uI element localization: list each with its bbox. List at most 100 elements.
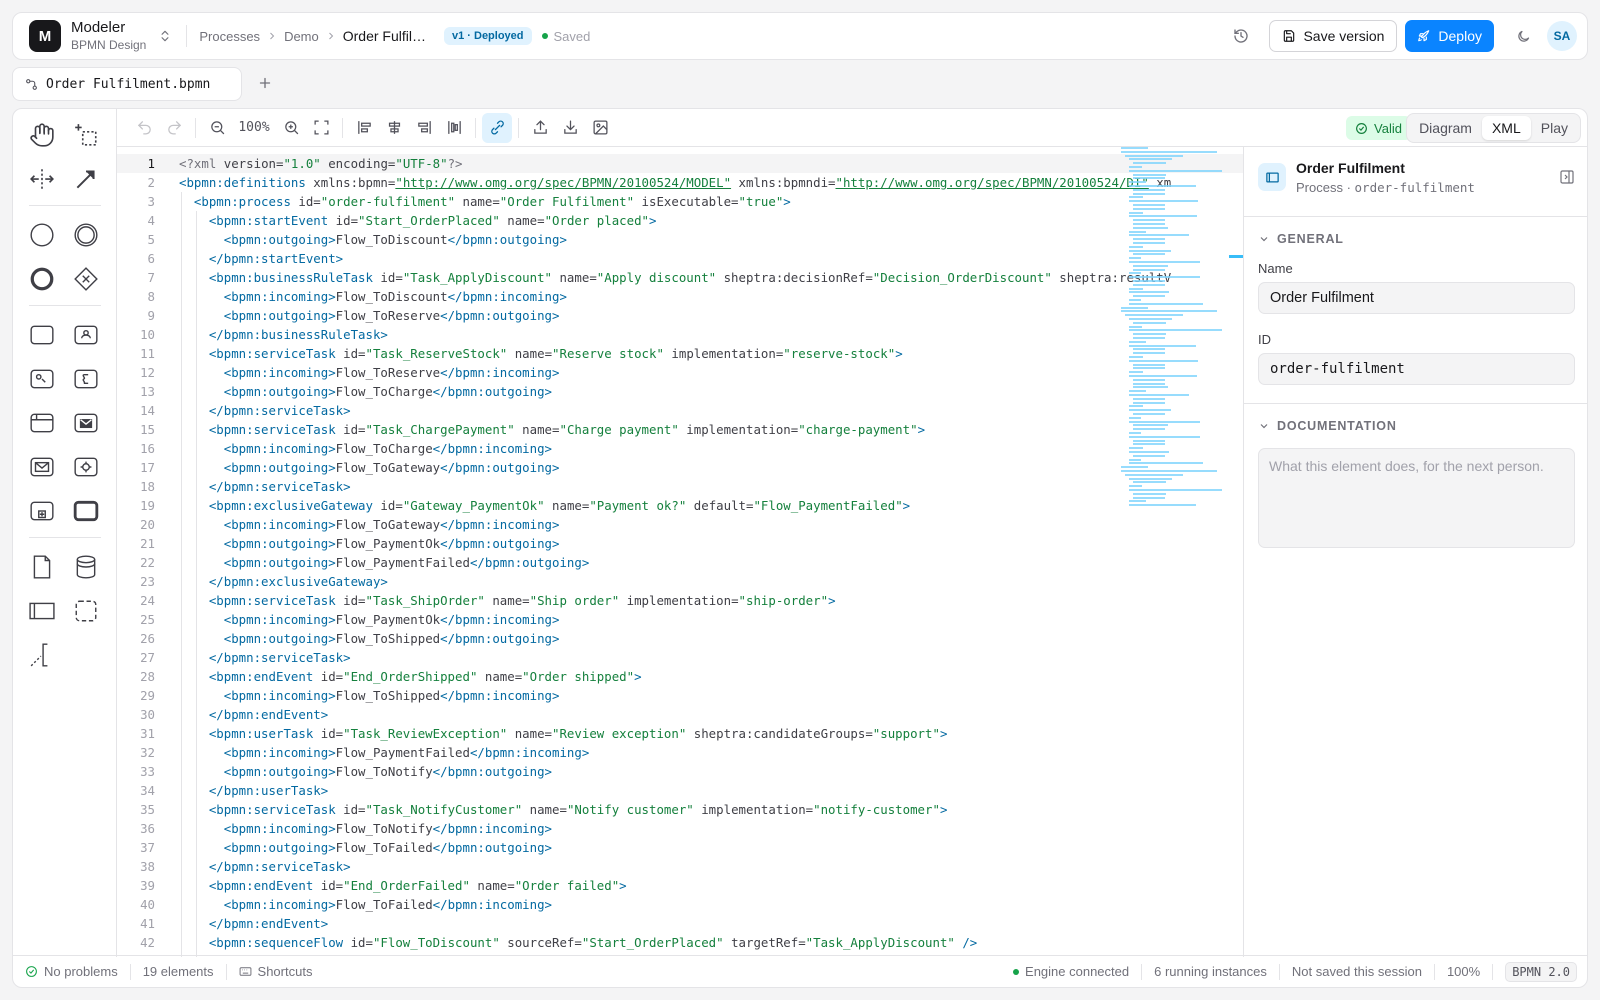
code-line[interactable]: 35 <bpmn:serviceTask id="Task_NotifyCust… [117,800,1243,819]
code-line[interactable]: 30 </bpmn:endEvent> [117,705,1243,724]
gateway-icon[interactable] [72,265,100,293]
code-line[interactable]: 26 <bpmn:outgoing>Flow_ToShipped</bpmn:o… [117,629,1243,648]
code-line[interactable]: 31 <bpmn:userTask id="Task_ReviewExcepti… [117,724,1243,743]
code-line[interactable]: 4 <bpmn:startEvent id="Start_OrderPlaced… [117,211,1243,230]
general-section-toggle[interactable]: GENERAL [1258,217,1575,261]
undo-icon[interactable] [129,113,159,143]
zoom-in-icon[interactable] [276,113,306,143]
data-object-icon[interactable] [28,553,56,581]
connect-tool-icon[interactable] [72,165,100,193]
code-line[interactable]: 17 <bpmn:outgoing>Flow_ToGateway</bpmn:o… [117,458,1243,477]
save-version-button[interactable]: Save version [1269,20,1398,52]
export-image-icon[interactable] [585,113,615,143]
code-line[interactable]: 15 <bpmn:serviceTask id="Task_ChargePaym… [117,420,1243,439]
group-icon[interactable] [72,597,100,625]
code-line[interactable]: 39 <bpmn:endEvent id="End_OrderFailed" n… [117,876,1243,895]
tab-xml[interactable]: XML [1481,116,1531,140]
code-line[interactable]: 20 <bpmn:incoming>Flow_ToGateway</bpmn:i… [117,515,1243,534]
align-center-icon[interactable] [379,113,409,143]
breadcrumb-demo[interactable]: Demo [284,29,319,44]
call-activity-icon[interactable] [72,453,100,481]
hand-tool-icon[interactable] [28,121,56,149]
service-task-icon[interactable] [28,409,56,437]
align-left-icon[interactable] [349,113,379,143]
collapse-panel-icon[interactable] [1559,169,1575,185]
code-line[interactable]: 33 <bpmn:outgoing>Flow_ToNotify</bpmn:ou… [117,762,1243,781]
tab-play[interactable]: Play [1531,116,1578,140]
code-line[interactable]: 6 </bpmn:startEvent> [117,249,1243,268]
end-event-icon[interactable] [28,265,56,293]
send-task-icon[interactable] [28,453,56,481]
name-field[interactable]: Order Fulfilment [1258,282,1575,314]
code-line[interactable]: 11 <bpmn:serviceTask id="Task_ReserveSto… [117,344,1243,363]
code-line[interactable]: 42 <bpmn:sequenceFlow id="Flow_ToDiscoun… [117,933,1243,952]
user-task-icon[interactable] [72,321,100,349]
minimap-scroll-indicator[interactable] [1229,255,1243,258]
code-line[interactable]: 25 <bpmn:incoming>Flow_PaymentOk</bpmn:i… [117,610,1243,629]
problems-indicator[interactable]: No problems [25,964,118,979]
moon-icon[interactable] [1516,29,1531,44]
receive-task-icon[interactable] [72,409,100,437]
avatar[interactable]: SA [1547,21,1577,51]
documentation-section-toggle[interactable]: DOCUMENTATION [1258,404,1575,448]
distribute-icon[interactable] [439,113,469,143]
editor-minimap[interactable] [1121,147,1239,527]
task-icon[interactable] [28,321,56,349]
code-line[interactable]: 32 <bpmn:incoming>Flow_PaymentFailed</bp… [117,743,1243,762]
workspace-switcher[interactable]: Modeler BPMN Design [71,20,146,52]
code-line[interactable]: 9 <bpmn:outgoing>Flow_ToReserve</bpmn:ou… [117,306,1243,325]
code-line[interactable]: 1 <?xml version="1.0" encoding="UTF-8"?> [117,154,1243,173]
code-line[interactable]: 24 <bpmn:serviceTask id="Task_ShipOrder"… [117,591,1243,610]
code-line[interactable]: 27 </bpmn:serviceTask> [117,648,1243,667]
code-line[interactable]: 5 <bpmn:outgoing>Flow_ToDiscount</bpmn:o… [117,230,1243,249]
snap-toggle-icon[interactable] [482,112,512,143]
lasso-tool-icon[interactable] [72,121,100,149]
validation-badge[interactable]: Valid [1346,116,1411,140]
start-event-icon[interactable] [28,221,56,249]
code-line[interactable]: 28 <bpmn:endEvent id="End_OrderShipped" … [117,667,1243,686]
code-line[interactable]: 22 <bpmn:outgoing>Flow_PaymentFailed</bp… [117,553,1243,572]
code-line[interactable]: 18 </bpmn:serviceTask> [117,477,1243,496]
code-line[interactable]: 8 <bpmn:incoming>Flow_ToDiscount</bpmn:i… [117,287,1243,306]
zoom-level[interactable]: 100% [232,120,276,135]
code-line[interactable]: 13 <bpmn:outgoing>Flow_ToCharge</bpmn:ou… [117,382,1243,401]
code-line[interactable]: 16 <bpmn:incoming>Flow_ToCharge</bpmn:in… [117,439,1243,458]
code-line[interactable]: 12 <bpmn:incoming>Flow_ToReserve</bpmn:i… [117,363,1243,382]
app-logo[interactable]: M [29,20,61,52]
data-store-icon[interactable] [72,553,100,581]
code-line[interactable]: 7 <bpmn:businessRuleTask id="Task_ApplyD… [117,268,1243,287]
subprocess-expanded-icon[interactable] [72,497,100,525]
code-line[interactable]: 2 <bpmn:definitions xmlns:bpmn="http://ww… [117,173,1243,192]
fit-view-icon[interactable] [306,113,336,143]
code-line[interactable]: 23 </bpmn:exclusiveGateway> [117,572,1243,591]
pool-icon[interactable] [28,597,56,625]
intermediate-event-icon[interactable] [72,221,100,249]
history-icon[interactable] [1233,28,1249,44]
download-icon[interactable] [555,113,585,143]
business-rule-task-icon[interactable] [28,365,56,393]
upload-icon[interactable] [525,113,555,143]
code-line[interactable]: 29 <bpmn:incoming>Flow_ToShipped</bpmn:i… [117,686,1243,705]
script-task-icon[interactable] [72,365,100,393]
id-field[interactable]: order-fulfilment [1258,353,1575,385]
shortcuts-button[interactable]: Shortcuts [239,964,312,979]
code-line[interactable]: 37 <bpmn:outgoing>Flow_ToFailed</bpmn:ou… [117,838,1243,857]
code-line[interactable]: 41 </bpmn:endEvent> [117,914,1243,933]
file-tab[interactable]: Order Fulfilment.bpmn [12,67,242,101]
xml-editor[interactable]: 1 <?xml version="1.0" encoding="UTF-8"?> 2… [117,147,1243,957]
chevrons-up-down-icon[interactable] [158,29,172,43]
deploy-button[interactable]: Deploy [1405,20,1494,52]
code-line[interactable]: 40 <bpmn:incoming>Flow_ToFailed</bpmn:in… [117,895,1243,914]
add-tab-icon[interactable] [256,74,274,92]
subprocess-collapsed-icon[interactable] [28,497,56,525]
text-annotation-icon[interactable] [28,641,56,669]
code-line[interactable]: 10 </bpmn:businessRuleTask> [117,325,1243,344]
code-line[interactable]: 34 </bpmn:userTask> [117,781,1243,800]
code-line[interactable]: 38 </bpmn:serviceTask> [117,857,1243,876]
code-line[interactable]: 19 <bpmn:exclusiveGateway id="Gateway_Pa… [117,496,1243,515]
code-line[interactable]: 3 <bpmn:process id="order-fulfilment" na… [117,192,1243,211]
running-instances[interactable]: 6 running instances [1154,964,1267,979]
space-tool-icon[interactable] [28,165,56,193]
code-line[interactable]: 14 </bpmn:serviceTask> [117,401,1243,420]
zoom-out-icon[interactable] [202,113,232,143]
